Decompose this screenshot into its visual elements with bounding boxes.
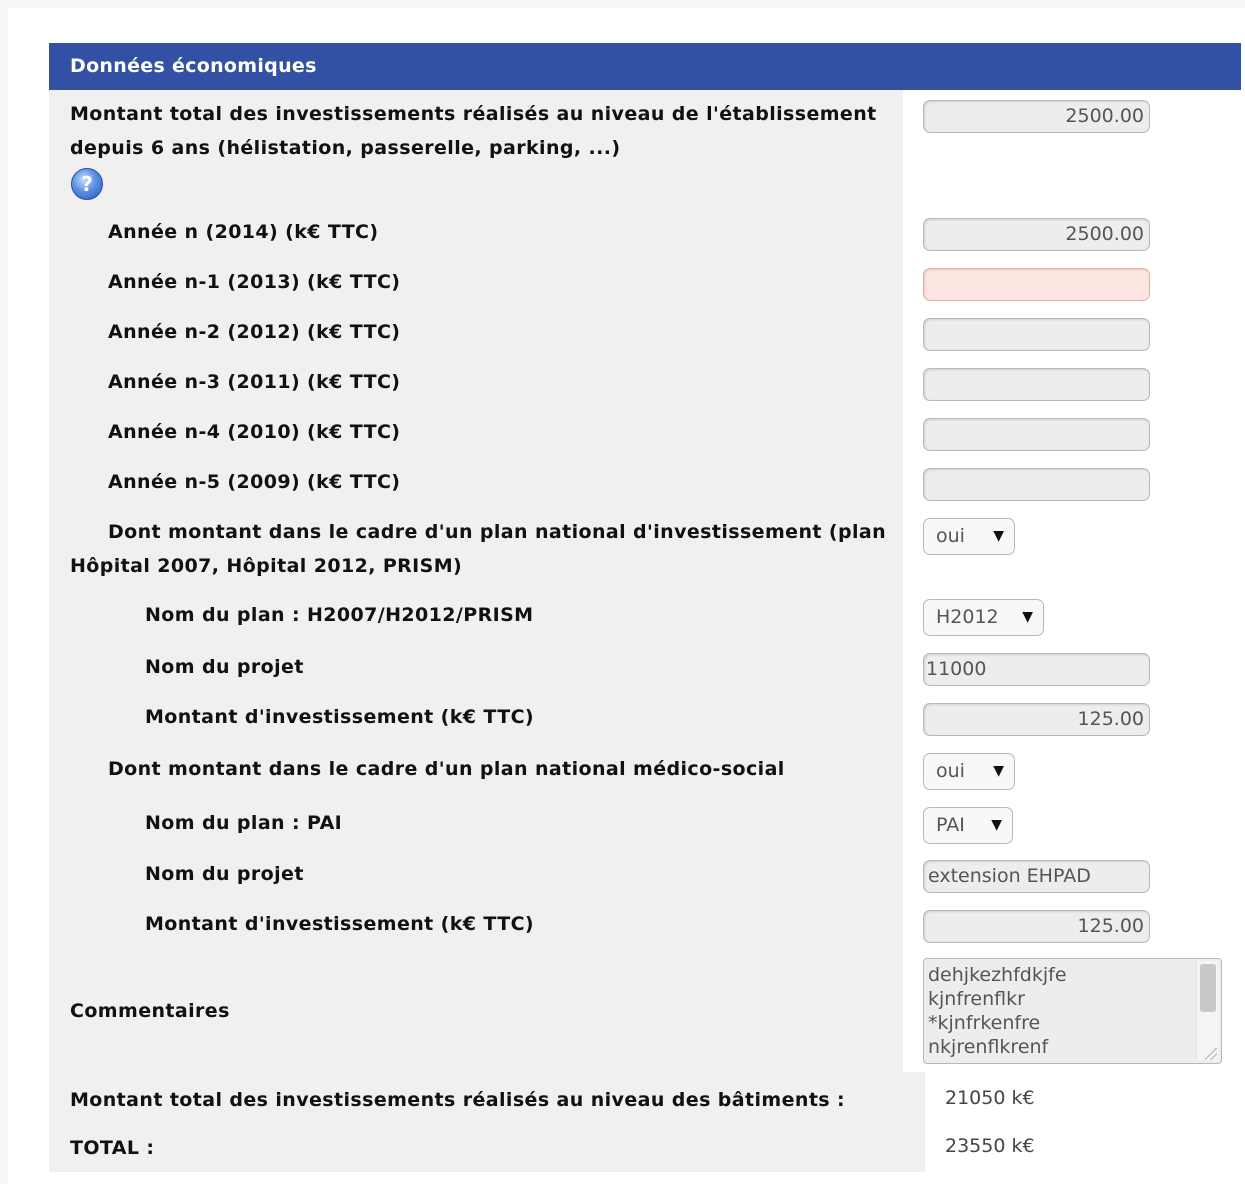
plan-name-label: Nom du plan : PAI bbox=[145, 812, 343, 834]
year-field[interactable] bbox=[923, 418, 1150, 451]
textarea-scrollbar[interactable] bbox=[1196, 961, 1219, 1061]
buildings-total-label: Montant total des investissements réalis… bbox=[70, 1089, 846, 1111]
project-name-field[interactable]: extension EHPAD bbox=[923, 860, 1150, 893]
project-name-field[interactable]: 11000 bbox=[923, 653, 1150, 686]
comment-line: *kjnfrkenfre bbox=[928, 1012, 1041, 1034]
year-field[interactable] bbox=[923, 318, 1150, 351]
plan-name-select[interactable]: H2012 ▼ bbox=[923, 599, 1044, 636]
investment-amount-label: Montant d'investissement (k€ TTC) bbox=[145, 913, 534, 935]
grand-total-value: 23550 k€ bbox=[945, 1135, 1035, 1157]
section-title: Données économiques bbox=[70, 55, 317, 77]
plan-name-select[interactable]: PAI ▼ bbox=[923, 807, 1013, 844]
year-label: Année n-4 (2010) (k€ TTC) bbox=[108, 421, 401, 443]
year-label: Année n-5 (2009) (k€ TTC) bbox=[108, 471, 401, 493]
year-field[interactable] bbox=[923, 368, 1150, 401]
investment-amount-label: Montant d'investissement (k€ TTC) bbox=[145, 706, 534, 728]
plan-medico-label: Dont montant dans le cadre d'un plan nat… bbox=[108, 758, 785, 780]
year-label: Année n-1 (2013) (k€ TTC) bbox=[108, 271, 401, 293]
year-field[interactable] bbox=[923, 468, 1150, 501]
year-field[interactable] bbox=[923, 268, 1150, 301]
comment-line: dehjkezhfdkjfe bbox=[928, 964, 1067, 986]
comments-label: Commentaires bbox=[70, 1000, 230, 1022]
plan-medico-select[interactable]: oui ▼ bbox=[923, 753, 1015, 790]
year-field[interactable]: 2500.00 bbox=[923, 218, 1150, 251]
plan-national-select[interactable]: oui ▼ bbox=[923, 518, 1015, 555]
year-label: Année n-2 (2012) (k€ TTC) bbox=[108, 321, 401, 343]
plan-name-label: Nom du plan : H2007/H2012/PRISM bbox=[145, 604, 534, 626]
comment-line: nkjrenflkrenf bbox=[928, 1036, 1049, 1058]
project-name-label: Nom du projet bbox=[145, 656, 304, 678]
total-invest-field[interactable]: 2500.00 bbox=[923, 100, 1150, 133]
comment-line: kjnfrenflkr bbox=[928, 988, 1025, 1010]
section-header: Données économiques bbox=[49, 43, 1241, 90]
chevron-down-icon: ▼ bbox=[993, 763, 1004, 779]
plan-national-label: Dont montant dans le cadre d'un plan nat… bbox=[70, 521, 887, 577]
chevron-down-icon: ▼ bbox=[991, 817, 1002, 833]
year-label: Année n (2014) (k€ TTC) bbox=[108, 221, 379, 243]
investment-amount-field[interactable]: 125.00 bbox=[923, 703, 1150, 736]
summary-block bbox=[49, 1072, 925, 1172]
help-icon[interactable]: ? bbox=[71, 168, 103, 200]
investment-amount-field[interactable]: 125.00 bbox=[923, 910, 1150, 943]
chevron-down-icon: ▼ bbox=[993, 528, 1004, 544]
buildings-total-value: 21050 k€ bbox=[945, 1087, 1035, 1109]
scrollbar-thumb[interactable] bbox=[1200, 964, 1216, 1012]
resize-grip-icon[interactable] bbox=[1205, 1048, 1217, 1060]
year-label: Année n-3 (2011) (k€ TTC) bbox=[108, 371, 401, 393]
total-invest-label: Montant total des investissements réalis… bbox=[70, 103, 877, 159]
chevron-down-icon: ▼ bbox=[1022, 609, 1033, 625]
project-name-label: Nom du projet bbox=[145, 863, 304, 885]
comments-textarea[interactable]: dehjkezhfdkjfe kjnfrenflkr *kjnfrkenfre … bbox=[923, 958, 1222, 1064]
grand-total-label: TOTAL : bbox=[70, 1137, 155, 1159]
